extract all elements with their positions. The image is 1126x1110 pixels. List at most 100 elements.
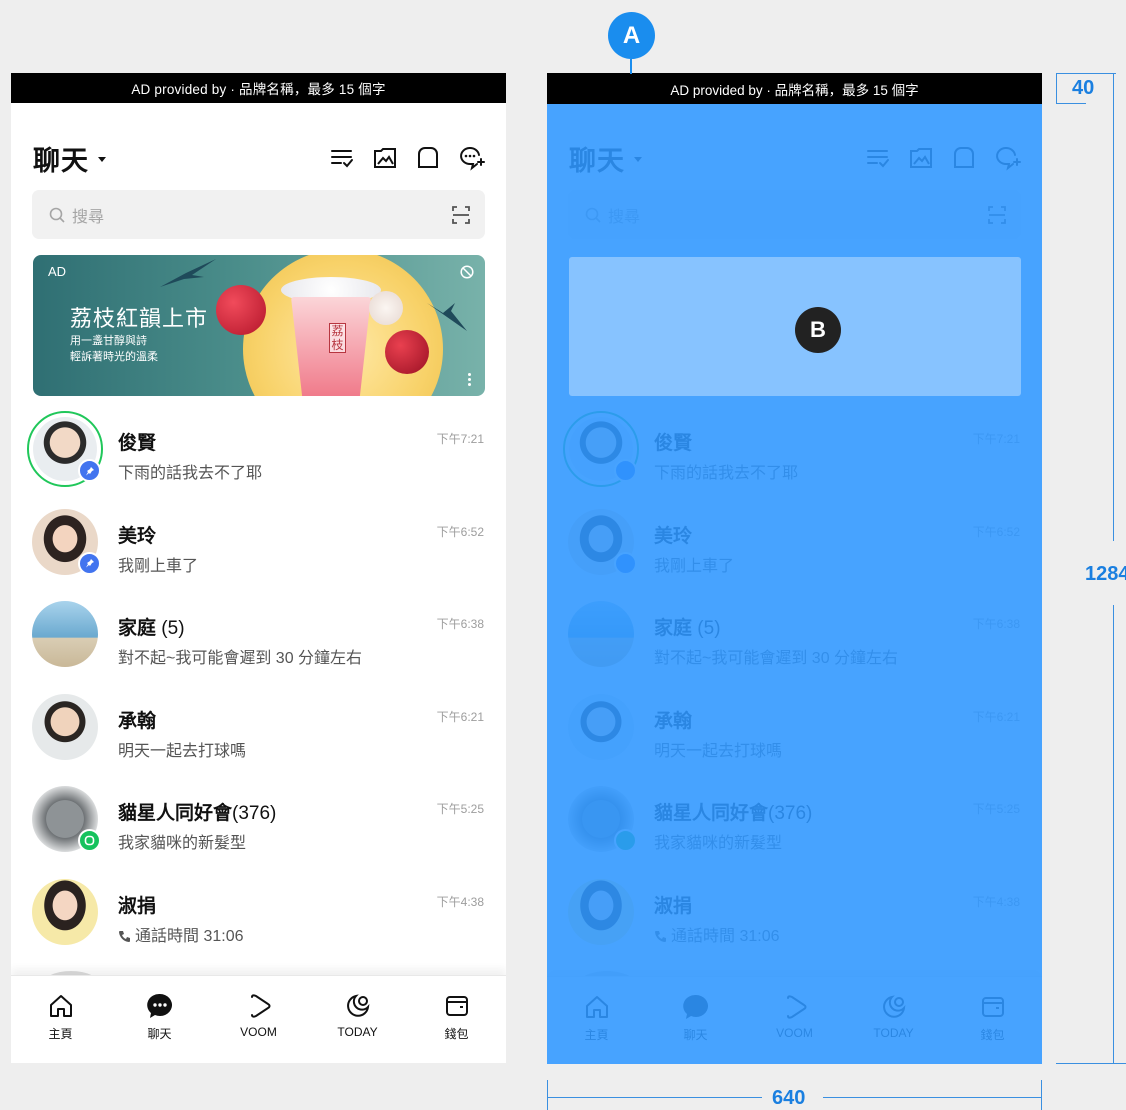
today-icon [346, 994, 369, 1017]
chat-time: 下午6:38 [436, 617, 484, 631]
chat-name-text: 俊賢 [118, 433, 157, 454]
dimension-line [823, 1097, 1041, 1098]
banner-subtitle: 用一盞甘醇與詩 輕訴著時光的溫柔 [70, 333, 158, 365]
marker-b: B [795, 307, 841, 353]
tab-chat[interactable]: 聊天 [110, 976, 209, 1063]
chat-name-text: 承翰 [118, 710, 157, 732]
dimension-label: 1284 [1085, 563, 1126, 585]
ad-banner[interactable]: 荔枝 AD 荔枝紅韻上市 用一盞甘醇與詩 輕訴著時光的溫柔 [33, 255, 485, 396]
tab-voom[interactable]: VOOM [209, 976, 308, 1063]
marker-a: A [608, 12, 655, 59]
pin-badge-icon [78, 459, 101, 482]
dimension-line [1041, 1080, 1042, 1110]
chat-preview: 下雨的話我去不了耶 [118, 465, 263, 482]
more-options-icon[interactable] [468, 371, 471, 386]
marker-a-line [630, 59, 632, 74]
pin-badge-icon [78, 551, 101, 575]
new-square-icon[interactable] [415, 145, 441, 171]
tab-wallet[interactable]: 錢包 [407, 976, 506, 1063]
cup-label: 荔枝 [329, 323, 346, 353]
swallow-bird-graphic [427, 303, 467, 331]
dimension-line [1113, 73, 1114, 541]
dimension-line [547, 1097, 762, 1098]
banner-subtitle-line: 用一盞甘醇與詩 [70, 335, 147, 347]
openchat-badge-icon [78, 829, 101, 852]
dimension-line [1056, 103, 1086, 104]
dimension-line [547, 1080, 548, 1110]
member-count: (5) [161, 618, 185, 639]
scan-icon[interactable] [451, 205, 471, 225]
lychee-graphic [385, 330, 429, 374]
edit-list-icon[interactable] [329, 145, 355, 171]
call-duration-text: 通話時間 31:06 [135, 927, 244, 945]
dimension-label: 40 [1072, 77, 1095, 99]
swallow-bird-graphic [160, 259, 216, 287]
chat-name-text: 淑捐 [118, 895, 157, 917]
dimension-label: 640 [772, 1087, 806, 1109]
page-title: 聊天 [33, 145, 89, 176]
tab-label: VOOM [240, 1025, 277, 1039]
ad-label: AD [48, 264, 67, 279]
chat-name: 美玲 [118, 521, 156, 548]
highlight-overlay [547, 73, 1042, 1064]
dimension-line [1113, 605, 1114, 1064]
chevron-down-icon[interactable] [98, 157, 106, 162]
search-icon [49, 207, 65, 223]
tab-label: 聊天 [147, 1027, 172, 1041]
chat-preview: 對不起~我可能會遲到 30 分鐘左右 [118, 650, 363, 667]
wallet-icon [445, 996, 468, 1016]
peeled-lychee-graphic [369, 291, 403, 325]
tab-label: 主頁 [48, 1027, 73, 1041]
ad-provider-bar-highlighted: AD provided by · 品牌名稱，最多 15 個字 [547, 73, 1042, 104]
tab-label: 錢包 [444, 1027, 469, 1041]
chat-preview: 明天一起去打球嗎 [118, 742, 247, 760]
chat-name: 淑捐 [118, 891, 156, 918]
tab-today[interactable]: TODAY [308, 976, 407, 1063]
chat-icon [146, 993, 172, 1018]
ad-banner-placeholder: B [569, 257, 1021, 396]
banner-subtitle-line: 輕訴著時光的溫柔 [70, 351, 158, 363]
chat-time: 下午5:25 [436, 802, 484, 816]
avatar[interactable] [32, 693, 98, 760]
header-actions [329, 145, 486, 171]
chat-list: 俊賢 下雨的話我去不了耶 下午7:21 美玲 我剛上車了 下午6:52 家庭 (… [11, 411, 506, 969]
chat-name: 俊賢 [118, 428, 156, 455]
bottom-tab-bar: 主頁 聊天 VOOM TODAY 錢包 [11, 975, 506, 1063]
chat-time: 下午7:21 [436, 432, 484, 446]
gallery-icon[interactable] [372, 145, 398, 171]
chat-name: 承翰 [118, 706, 156, 733]
avatar[interactable] [32, 601, 98, 667]
voom-icon [250, 994, 270, 1018]
member-count: (376) [232, 803, 277, 824]
chat-row[interactable]: 美玲 我剛上車了 下午6:52 [11, 506, 506, 599]
dimension-line [1056, 1063, 1126, 1064]
chat-header: 聊天 [33, 137, 486, 179]
search-placeholder[interactable]: 搜尋 [72, 203, 104, 227]
chat-preview: 我剛上車了 [118, 557, 199, 575]
hide-ad-icon[interactable] [460, 265, 474, 279]
chat-name-text: 美玲 [118, 525, 157, 547]
call-icon [119, 930, 130, 942]
chat-name-text: 家庭 [118, 618, 157, 639]
chat-screen-original: AD provided by · 品牌名稱，最多 15 個字 聊天 搜尋 荔枝 … [11, 73, 506, 1063]
dimension-line [1056, 73, 1057, 104]
chat-time: 下午6:21 [436, 709, 484, 724]
banner-title: 荔枝紅韻上市 [70, 306, 209, 331]
search-bar[interactable]: 搜尋 [32, 190, 485, 239]
new-chat-icon[interactable] [458, 145, 486, 171]
chat-row[interactable]: 淑捐 通話時間 31:06 下午4:38 [11, 876, 506, 969]
chat-row[interactable]: 貓星人同好會(376) 我家貓咪的新髮型 下午5:25 [11, 783, 506, 876]
chat-preview: 通話時間 31:06 [118, 922, 244, 946]
chat-row[interactable]: 承翰 明天一起去打球嗎 下午6:21 [11, 691, 506, 784]
chat-preview: 我家貓咪的新髮型 [118, 835, 247, 852]
chat-name-text: 貓星人同好會 [118, 803, 233, 824]
chat-name: 貓星人同好會(376) [118, 798, 276, 825]
chat-screen-annotated: AD provided by · 品牌名稱，最多 15 個字 聊天 搜尋 俊賢 … [547, 73, 1042, 1064]
avatar[interactable] [32, 878, 98, 945]
chat-row[interactable]: 俊賢 下雨的話我去不了耶 下午7:21 [11, 411, 506, 506]
home-icon [49, 995, 72, 1017]
dimension-line [1056, 73, 1116, 74]
tab-label: TODAY [337, 1025, 378, 1039]
chat-row[interactable]: 家庭 (5) 對不起~我可能會遲到 30 分鐘左右 下午6:38 [11, 598, 506, 691]
tab-home[interactable]: 主頁 [11, 976, 110, 1063]
